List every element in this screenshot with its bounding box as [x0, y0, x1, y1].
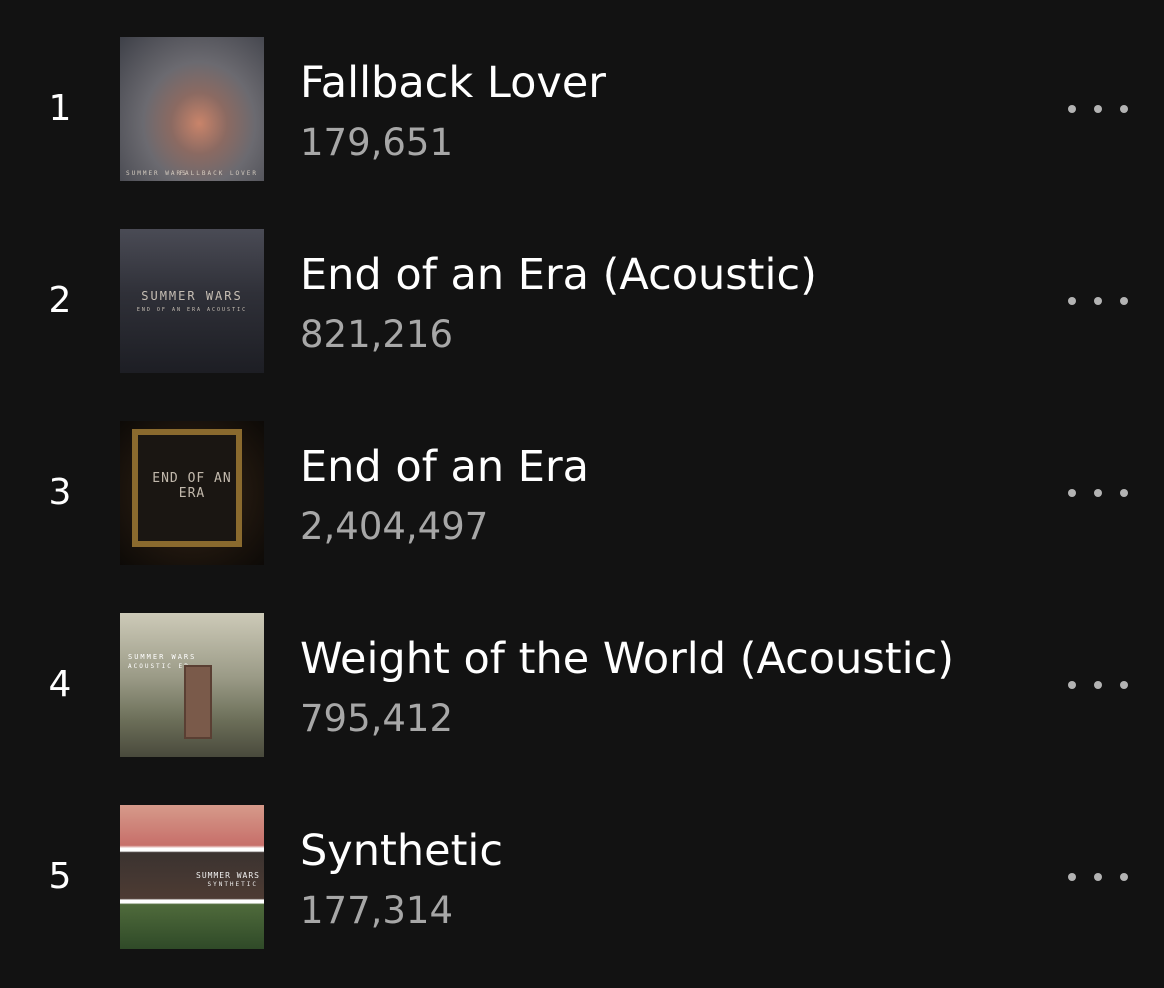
track-rank: 2	[48, 280, 72, 321]
more-options-icon[interactable]	[1068, 673, 1128, 697]
dot	[1094, 105, 1102, 113]
popular-tracks-list: 1 SUMMER WARS FALLBACK LOVER Fallback Lo…	[0, 0, 1164, 988]
track-title[interactable]: End of an Era	[300, 441, 589, 493]
track-title[interactable]: Weight of the World (Acoustic)	[300, 633, 954, 685]
album-art: SUMMER WARS END OF AN ERA ACOUSTIC	[120, 229, 264, 373]
album-art-band-text: SUMMER WARS	[141, 289, 243, 303]
dot	[1120, 489, 1128, 497]
dot	[1094, 489, 1102, 497]
dot	[1068, 489, 1076, 497]
album-art-album-text: END OF AN ERA ACOUSTIC	[136, 307, 248, 313]
track-row[interactable]: 5 SUMMER WARS SYNTHETIC Synthetic 177,31…	[0, 805, 1164, 949]
album-art-album-text: FALLBACK LOVER	[179, 170, 258, 177]
more-options-icon[interactable]	[1068, 481, 1128, 505]
dot	[1120, 105, 1128, 113]
track-row[interactable]: 2 SUMMER WARS END OF AN ERA ACOUSTIC End…	[0, 229, 1164, 373]
album-art-album-text: SYNTHETIC	[207, 881, 258, 888]
track-row[interactable]: 1 SUMMER WARS FALLBACK LOVER Fallback Lo…	[0, 37, 1164, 181]
track-title[interactable]: Fallback Lover	[300, 57, 606, 109]
album-art: SUMMER WARS SYNTHETIC	[120, 805, 264, 949]
track-play-count: 795,412	[300, 697, 454, 740]
track-play-count: 179,651	[300, 121, 454, 164]
more-options-icon[interactable]	[1068, 97, 1128, 121]
track-rank: 5	[48, 856, 72, 897]
album-art-door	[184, 665, 212, 739]
track-rank: 3	[48, 472, 72, 513]
dot	[1120, 681, 1128, 689]
track-play-count: 821,216	[300, 313, 454, 356]
track-rank: 1	[48, 88, 72, 129]
dot	[1094, 681, 1102, 689]
track-rank: 4	[48, 664, 72, 705]
dot	[1120, 873, 1128, 881]
dot	[1120, 297, 1128, 305]
album-art: END OF AN ERA	[120, 421, 264, 565]
album-art-band-text: SUMMER WARS	[128, 653, 197, 661]
track-title[interactable]: Synthetic	[300, 825, 503, 877]
track-row[interactable]: 4 SUMMER WARS ACOUSTIC EP Weight of the …	[0, 613, 1164, 757]
album-art-band-text: END OF AN ERA	[152, 471, 232, 501]
track-row[interactable]: 3 END OF AN ERA End of an Era 2,404,497	[0, 421, 1164, 565]
dot	[1094, 297, 1102, 305]
more-options-icon[interactable]	[1068, 865, 1128, 889]
track-play-count: 2,404,497	[300, 505, 489, 548]
track-play-count: 177,314	[300, 889, 454, 932]
album-art: SUMMER WARS FALLBACK LOVER	[120, 37, 264, 181]
dot	[1068, 297, 1076, 305]
dot	[1068, 681, 1076, 689]
dot	[1068, 105, 1076, 113]
track-title[interactable]: End of an Era (Acoustic)	[300, 249, 817, 301]
more-options-icon[interactable]	[1068, 289, 1128, 313]
dot	[1068, 873, 1076, 881]
dot	[1094, 873, 1102, 881]
album-art-band-text: SUMMER WARS	[196, 871, 260, 880]
album-art: SUMMER WARS ACOUSTIC EP	[120, 613, 264, 757]
